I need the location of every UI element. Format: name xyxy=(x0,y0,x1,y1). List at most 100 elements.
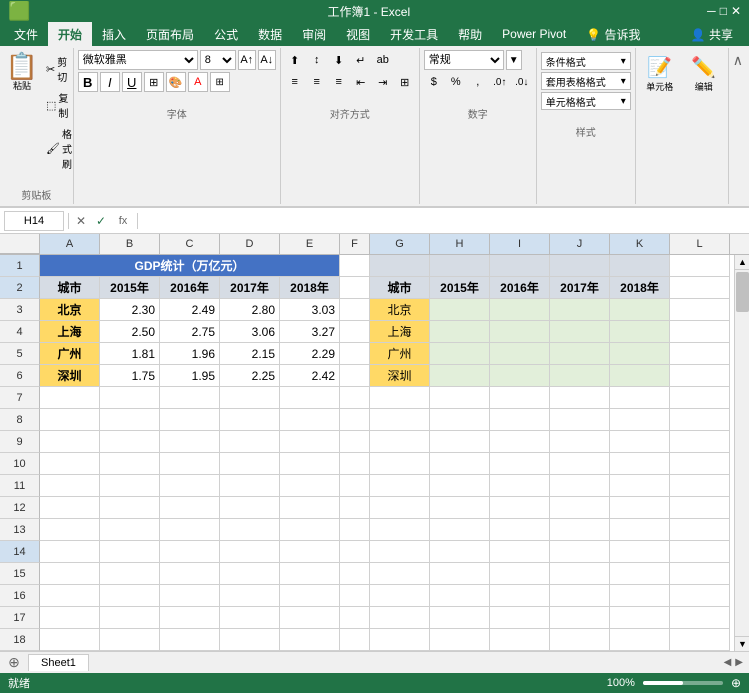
cell-i12[interactable] xyxy=(490,497,550,519)
cell-c18[interactable] xyxy=(160,629,220,651)
cell-l5[interactable] xyxy=(670,343,730,365)
cell-l9[interactable] xyxy=(670,431,730,453)
cell-k5[interactable] xyxy=(610,343,670,365)
cell-e4[interactable]: 3.27 xyxy=(280,321,340,343)
cell-d7[interactable] xyxy=(220,387,280,409)
cell-l14[interactable] xyxy=(670,541,730,563)
row-num-12[interactable]: 12 xyxy=(0,497,40,519)
number-format-more-btn[interactable]: ▼ xyxy=(506,50,522,70)
cell-c4[interactable]: 2.75 xyxy=(160,321,220,343)
cell-c11[interactable] xyxy=(160,475,220,497)
cell-b13[interactable] xyxy=(100,519,160,541)
col-header-c[interactable]: C xyxy=(160,234,220,254)
cell-b15[interactable] xyxy=(100,563,160,585)
cell-e15[interactable] xyxy=(280,563,340,585)
cell-h6[interactable] xyxy=(430,365,490,387)
confirm-formula-btn[interactable]: ✓ xyxy=(93,213,109,229)
increase-decimal-btn[interactable]: .0↑ xyxy=(490,72,510,92)
cell-j3[interactable] xyxy=(550,299,610,321)
tab-home[interactable]: 开始 xyxy=(48,22,92,46)
cell-b11[interactable] xyxy=(100,475,160,497)
font-color-btn[interactable]: A xyxy=(188,72,208,92)
cell-i18[interactable] xyxy=(490,629,550,651)
cell-j16[interactable] xyxy=(550,585,610,607)
align-middle-btn[interactable]: ↕ xyxy=(307,50,327,70)
cell-c16[interactable] xyxy=(160,585,220,607)
cell-a8[interactable] xyxy=(40,409,100,431)
cell-i4[interactable] xyxy=(490,321,550,343)
cell-f13[interactable] xyxy=(340,519,370,541)
cell-l7[interactable] xyxy=(670,387,730,409)
cell-l11[interactable] xyxy=(670,475,730,497)
tab-power-pivot[interactable]: Power Pivot xyxy=(492,22,576,46)
cell-j5[interactable] xyxy=(550,343,610,365)
cell-j8[interactable] xyxy=(550,409,610,431)
font-size-select[interactable]: 8 xyxy=(200,50,236,70)
cell-b14[interactable] xyxy=(100,541,160,563)
formula-input[interactable] xyxy=(142,214,745,228)
col-header-f[interactable]: F xyxy=(340,234,370,254)
cell-b9[interactable] xyxy=(100,431,160,453)
cell-c2[interactable]: 2016年 xyxy=(160,277,220,299)
align-left-btn[interactable]: ≡ xyxy=(285,72,305,92)
cell-a14[interactable] xyxy=(40,541,100,563)
cell-k2[interactable]: 2018年 xyxy=(610,277,670,299)
decrease-indent-btn[interactable]: ⇤ xyxy=(351,72,371,92)
cell-d4[interactable]: 3.06 xyxy=(220,321,280,343)
cell-j14[interactable] xyxy=(550,541,610,563)
cell-h13[interactable] xyxy=(430,519,490,541)
cell-h18[interactable] xyxy=(430,629,490,651)
cell-i8[interactable] xyxy=(490,409,550,431)
cell-e7[interactable] xyxy=(280,387,340,409)
cell-a12[interactable] xyxy=(40,497,100,519)
cell-k10[interactable] xyxy=(610,453,670,475)
conditional-format-btn[interactable]: 条件格式▾ xyxy=(541,52,631,70)
bold-btn[interactable]: B xyxy=(78,72,98,92)
cell-k1[interactable] xyxy=(610,255,670,277)
cell-d12[interactable] xyxy=(220,497,280,519)
cell-e8[interactable] xyxy=(280,409,340,431)
cell-a9[interactable] xyxy=(40,431,100,453)
row-num-6[interactable]: 6 xyxy=(0,365,40,387)
row-num-3[interactable]: 3 xyxy=(0,299,40,321)
cell-k13[interactable] xyxy=(610,519,670,541)
cell-a5[interactable]: 广州 xyxy=(40,343,100,365)
cell-d11[interactable] xyxy=(220,475,280,497)
cell-f14[interactable] xyxy=(340,541,370,563)
cell-f9[interactable] xyxy=(340,431,370,453)
cell-k12[interactable] xyxy=(610,497,670,519)
scroll-sheets-right[interactable]: ▶ xyxy=(733,655,745,670)
cell-k18[interactable] xyxy=(610,629,670,651)
cell-i10[interactable] xyxy=(490,453,550,475)
cell-g1[interactable] xyxy=(370,255,430,277)
cell-g13[interactable] xyxy=(370,519,430,541)
cell-d14[interactable] xyxy=(220,541,280,563)
cell-d10[interactable] xyxy=(220,453,280,475)
cell-j4[interactable] xyxy=(550,321,610,343)
font-name-select[interactable]: 微软雅黑 xyxy=(78,50,198,70)
percent-btn[interactable]: % xyxy=(446,72,466,92)
cell-d5[interactable]: 2.15 xyxy=(220,343,280,365)
cell-c14[interactable] xyxy=(160,541,220,563)
cell-g8[interactable] xyxy=(370,409,430,431)
cell-e12[interactable] xyxy=(280,497,340,519)
number-format-select[interactable]: 常规 xyxy=(424,50,504,70)
cell-k4[interactable] xyxy=(610,321,670,343)
cell-h11[interactable] xyxy=(430,475,490,497)
tab-tell-me[interactable]: 💡 告诉我 xyxy=(576,22,650,46)
cell-i2[interactable]: 2016年 xyxy=(490,277,550,299)
cell-l4[interactable] xyxy=(670,321,730,343)
cell-e14[interactable] xyxy=(280,541,340,563)
cell-i5[interactable] xyxy=(490,343,550,365)
cell-f7[interactable] xyxy=(340,387,370,409)
row-num-4[interactable]: 4 xyxy=(0,321,40,343)
cell-h2[interactable]: 2015年 xyxy=(430,277,490,299)
cell-j18[interactable] xyxy=(550,629,610,651)
cell-d13[interactable] xyxy=(220,519,280,541)
cell-e11[interactable] xyxy=(280,475,340,497)
col-header-j[interactable]: J xyxy=(550,234,610,254)
cell-a2[interactable]: 城市 xyxy=(40,277,100,299)
cell-g2[interactable]: 城市 xyxy=(370,277,430,299)
cell-k16[interactable] xyxy=(610,585,670,607)
cell-k8[interactable] xyxy=(610,409,670,431)
